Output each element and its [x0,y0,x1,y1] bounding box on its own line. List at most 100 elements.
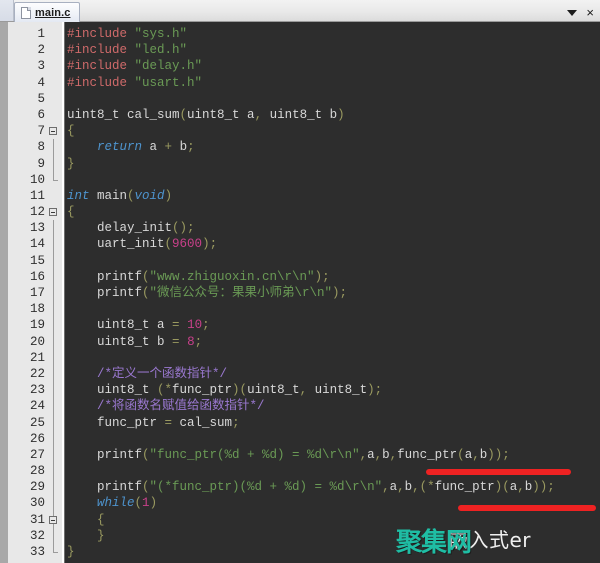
tab-main-c[interactable]: main.c [14,2,81,22]
fold-cell [48,42,62,58]
fold-cell [48,91,62,107]
code-token: ); [202,237,218,252]
fold-guide-line [53,479,54,496]
code-token: + [164,140,173,155]
code-token: cal_sum [172,415,233,430]
code-line[interactable]: delay_init(); [65,220,600,236]
code-token: { [67,512,105,527]
code-token: 10 [187,318,203,333]
code-line[interactable]: func_ptr = cal_sum; [65,415,600,431]
fold-end-marker [53,544,58,553]
code-line[interactable]: /*将函数名赋值给函数指针*/ [65,398,600,414]
fold-guide-line [53,527,54,544]
fold-cell [48,414,62,431]
code-token: , [299,383,308,398]
code-line[interactable]: #include "led.h" [65,42,600,58]
code-line[interactable]: uint8_t a = 10; [65,317,600,333]
code-line[interactable]: { [65,123,600,139]
fold-collapse-icon[interactable] [49,208,57,217]
tab-bar-left-spacer [0,0,14,21]
code-token: func_ptr [67,415,165,430]
code-line[interactable]: } [65,528,600,544]
code-line[interactable]: return a + b; [65,139,600,155]
code-editor-window: main.c × 1 2 3 4 5 6 7 8 9 10 11 12 13 14 15 16 17 18 19 20… [0,0,600,563]
code-token: uint8_t [67,383,158,398]
code-token: func_ptr [397,447,458,462]
code-line[interactable] [65,463,600,479]
code-line[interactable]: printf("微信公众号：果果小师弟\r\n"); [65,285,600,301]
fold-cell [48,285,62,302]
code-line[interactable]: int main(void) [65,188,600,204]
code-token: printf [67,480,143,495]
fold-cell [48,333,62,350]
code-line[interactable]: printf("www.zhiguoxin.cn\r\n"); [65,269,600,285]
line-number: 14 [29,237,45,252]
code-line[interactable]: uint8_t b = 8; [65,334,600,350]
line-number: 15 [29,253,45,268]
line-number: 13 [29,221,45,236]
code-token: #include [67,75,135,90]
code-line[interactable]: #include "sys.h" [65,26,600,42]
code-token: a [367,447,375,462]
code-token: ; [194,334,203,349]
line-number: 8 [37,140,45,155]
code-line[interactable]: { [65,512,600,528]
fold-guide-line [53,139,54,156]
line-number: 16 [29,269,45,284]
code-token: , [382,480,390,495]
fold-collapse-icon[interactable] [49,127,57,136]
fold-collapse-icon[interactable] [49,515,57,524]
fold-cell [48,171,62,188]
code-token: return [97,140,143,155]
code-token: )); [487,447,510,462]
code-line[interactable] [65,301,600,317]
code-token: 1 [142,496,150,511]
code-line[interactable]: /*定义一个函数指针*/ [65,366,600,382]
code-line[interactable] [65,431,600,447]
code-line[interactable]: uint8_t cal_sum(uint8_t a, uint8_t b) [65,107,600,123]
code-token: )); [532,480,555,495]
code-token: , [254,107,263,122]
line-number: 7 [37,124,45,139]
code-line[interactable]: printf("func_ptr(%d + %d) = %d\r\n",a,b,… [65,447,600,463]
code-token: "delay.h" [134,59,203,74]
fold-cell [48,317,62,334]
code-token: #include [67,59,135,74]
code-token: "func_ptr(%d + %d) = %d\r\n" [149,447,360,462]
code-line[interactable] [65,91,600,107]
code-line[interactable]: #include "usart.h" [65,75,600,91]
fold-guide-line [53,446,54,464]
document-icon [21,6,31,19]
code-token: "www.zhiguoxin.cn\r\n" [149,269,315,284]
code-line[interactable]: } [65,156,600,172]
code-line[interactable]: { [65,204,600,220]
code-line[interactable]: while(1) [65,495,600,511]
code-token: )( [232,383,248,398]
code-token: a [142,140,165,155]
fold-cell [48,527,62,544]
code-line[interactable] [65,253,600,269]
code-folding-column[interactable] [48,22,62,563]
fold-cell [48,139,62,156]
fold-guide-line [53,236,54,253]
close-icon[interactable]: × [586,6,594,19]
line-number: 30 [29,496,45,511]
chevron-down-icon[interactable] [567,10,578,16]
code-line[interactable]: #include "delay.h" [65,58,600,74]
fold-cell [48,58,62,74]
editor-left-margin [0,22,8,563]
code-line[interactable] [65,172,600,188]
code-line[interactable]: printf("(*func_ptr)(%d + %d) = %d\r\n",a… [65,479,600,495]
code-line[interactable]: uart_init(9600); [65,236,600,252]
code-line[interactable] [65,350,600,366]
code-token: { [67,205,75,220]
code-line[interactable]: } [65,544,600,560]
code-token: uint8_t a [67,318,173,333]
code-token: (* [419,480,435,495]
fold-cell [48,301,62,318]
code-line[interactable]: uint8_t (*func_ptr)(uint8_t, uint8_t); [65,382,600,398]
line-number: 31 [29,512,45,527]
code-token: = [172,318,180,333]
code-text-area[interactable]: #include "sys.h" #include "led.h" #include… [65,22,600,563]
